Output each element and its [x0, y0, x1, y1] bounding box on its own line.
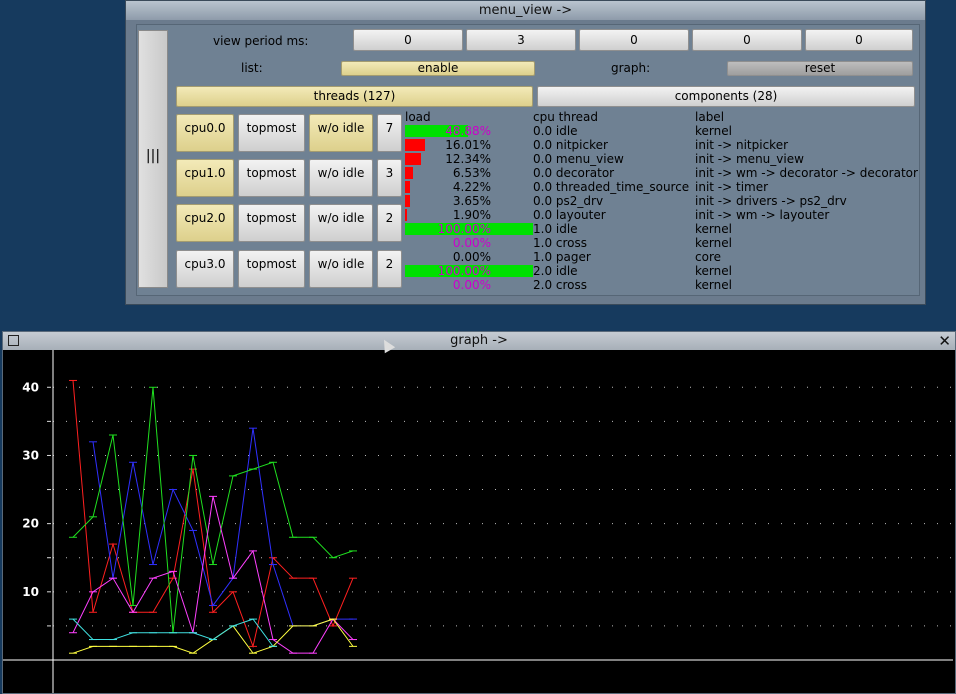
menu-view-titlebar[interactable]: menu_view ->: [126, 1, 925, 20]
graph-title: graph ->: [450, 333, 508, 348]
table-row: 0.00% 1.0 pager core: [405, 250, 915, 264]
cpu-button[interactable]: cpu2.0: [176, 204, 234, 242]
drag-handle[interactable]: |||: [138, 30, 168, 288]
list-label: list:: [241, 61, 263, 75]
thread-name: 0.0 ps2_drv: [533, 194, 604, 208]
thread-label: core: [695, 250, 721, 264]
thread-count-button[interactable]: 3: [377, 159, 402, 197]
load-percent: 1.90%: [452, 208, 491, 222]
thread-label: kernel: [695, 236, 732, 250]
thread-name: 1.0 idle: [533, 222, 578, 236]
tab-components[interactable]: components (28): [537, 86, 915, 107]
table-row: 16.01% 0.0 nitpicker init -> nitpicker: [405, 138, 915, 152]
thread-name: 0.0 threaded_time_source: [533, 180, 690, 194]
view-period-value-3[interactable]: 0: [579, 29, 689, 51]
thread-label: init -> timer: [695, 180, 769, 194]
thread-name: 0.0 menu_view: [533, 152, 624, 166]
load-percent: 0.00%: [452, 236, 491, 250]
thread-count-button[interactable]: 7: [377, 114, 402, 152]
graph-window: graph -> ✕ 10 20 30 40: [2, 331, 956, 694]
cpu-button[interactable]: cpu1.0: [176, 159, 234, 197]
table-row: 12.34% 0.0 menu_view init -> menu_view: [405, 152, 915, 166]
without-idle-button[interactable]: w/o idle: [309, 204, 373, 242]
without-idle-button[interactable]: w/o idle: [309, 114, 373, 152]
view-period-value-5[interactable]: 0: [805, 29, 913, 51]
load-percent: 100.00%: [437, 222, 491, 236]
thread-name: 0.0 nitpicker: [533, 138, 608, 152]
view-period-value-2[interactable]: 3: [466, 29, 576, 51]
window-menu-icon[interactable]: [8, 335, 19, 346]
close-icon[interactable]: ✕: [938, 332, 951, 350]
topmost-button[interactable]: topmost: [238, 204, 305, 242]
without-idle-button[interactable]: w/o idle: [309, 250, 373, 288]
thread-label: init -> menu_view: [695, 152, 804, 166]
table-row: 0.00% 2.0 cross kernel: [405, 278, 915, 292]
thread-label: init -> wm -> decorator -> decorator: [695, 166, 918, 180]
load-percent: 12.34%: [445, 152, 491, 166]
cpu-button[interactable]: cpu3.0: [176, 250, 234, 288]
view-period-value-1[interactable]: 0: [353, 29, 463, 51]
series-line: [72, 380, 354, 649]
table-row: 100.00% 2.0 idle kernel: [405, 264, 915, 278]
thread-name: 2.0 idle: [533, 264, 578, 278]
load-graph: 10 20 30 40: [3, 350, 953, 693]
load-percent: 0.00%: [452, 250, 491, 264]
load-percent: 16.01%: [445, 138, 491, 152]
load-percent: 4.22%: [452, 180, 491, 194]
table-row: 6.53% 0.0 decorator init -> wm -> decorato…: [405, 166, 918, 180]
series-line: [72, 618, 354, 654]
thread-label: kernel: [695, 264, 732, 278]
load-percent: 3.65%: [452, 194, 491, 208]
y-tick-label: 40: [22, 380, 39, 394]
series-line: [72, 387, 354, 633]
graph-titlebar[interactable]: graph ->: [3, 332, 955, 350]
y-tick-label: 20: [22, 517, 39, 531]
topmost-button[interactable]: topmost: [238, 159, 305, 197]
label-header: label: [695, 110, 725, 124]
table-row: 3.65% 0.0 ps2_drv init -> drivers -> ps2_d…: [405, 194, 915, 208]
graph-label: graph:: [611, 61, 651, 75]
thread-label: kernel: [695, 124, 732, 138]
load-percent: 100.00%: [437, 264, 491, 278]
thread-label: init -> wm -> layouter: [695, 208, 830, 222]
thread-count-button[interactable]: 2: [377, 250, 402, 288]
thread-name: 2.0 cross: [533, 278, 588, 292]
load-percent: 0.00%: [452, 278, 491, 292]
thread-name: 1.0 cross: [533, 236, 588, 250]
topmost-button[interactable]: topmost: [238, 250, 305, 288]
load-percent: 48.88%: [445, 124, 491, 138]
y-tick-label: 30: [22, 448, 39, 462]
table-row: 0.00% 1.0 cross kernel: [405, 236, 915, 250]
thread-label: init -> nitpicker: [695, 138, 789, 152]
thread-name: 1.0 pager: [533, 250, 591, 264]
table-row: 100.00% 1.0 idle kernel: [405, 222, 915, 236]
graph-reset-button[interactable]: reset: [727, 61, 913, 76]
menu-view-content: ||| view period ms: 0 3 0 0 0 list: enab…: [136, 24, 920, 296]
cpu-button[interactable]: cpu0.0: [176, 114, 234, 152]
thread-label: init -> drivers -> ps2_drv: [695, 194, 847, 208]
list-enable-button[interactable]: enable: [341, 61, 535, 76]
thread-name: 0.0 decorator: [533, 166, 615, 180]
y-tick-label: 10: [22, 585, 39, 599]
load-header: load: [405, 110, 431, 124]
thread-count-button[interactable]: 2: [377, 204, 402, 242]
thread-header: cpu thread: [533, 110, 598, 124]
series-line: [72, 496, 354, 654]
table-row: 4.22% 0.0 threaded_time_source init -> tim…: [405, 180, 915, 194]
view-period-value-4[interactable]: 0: [692, 29, 802, 51]
view-period-label: view period ms:: [213, 34, 309, 48]
table-row: 48.88% 0.0 idle kernel: [405, 124, 915, 138]
load-percent: 6.53%: [452, 166, 491, 180]
table-row: 1.90% 0.0 layouter init -> wm -> layouter: [405, 208, 915, 222]
topmost-button[interactable]: topmost: [238, 114, 305, 152]
thread-label: kernel: [695, 278, 732, 292]
thread-name: 0.0 layouter: [533, 208, 606, 222]
thread-label: kernel: [695, 222, 732, 236]
thread-name: 0.0 idle: [533, 124, 578, 138]
menu-view-window: menu_view -> ||| view period ms: 0 3 0 0…: [125, 0, 926, 305]
without-idle-button[interactable]: w/o idle: [309, 159, 373, 197]
tab-threads[interactable]: threads (127): [176, 86, 533, 107]
